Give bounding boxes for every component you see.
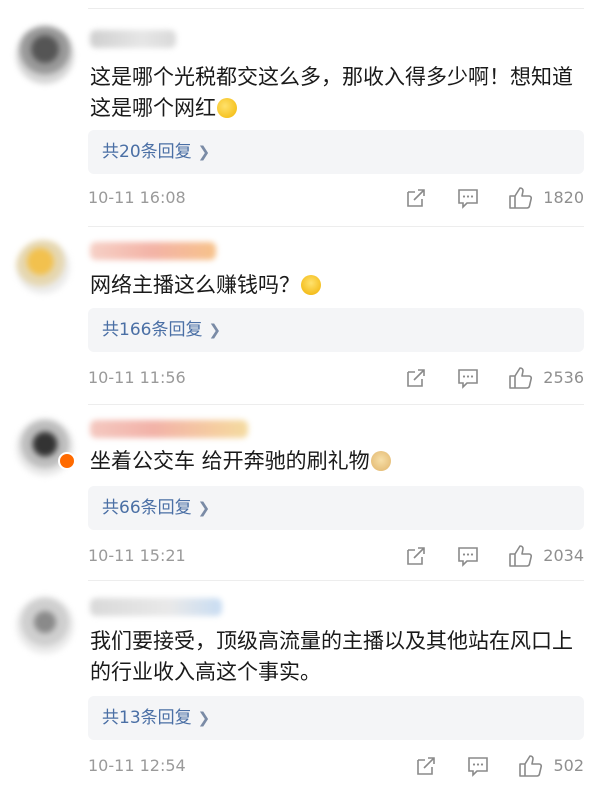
username-blurred[interactable] xyxy=(90,420,248,438)
like-count: 2536 xyxy=(543,368,584,387)
view-replies-button[interactable]: 共13条回复 ❯ xyxy=(88,696,584,740)
doge-emoji xyxy=(370,451,391,471)
share-icon[interactable] xyxy=(404,544,428,572)
thumbs-up-icon[interactable] xyxy=(508,544,534,572)
divider xyxy=(88,226,584,227)
username-blurred[interactable] xyxy=(90,598,222,616)
comment-text: 坐着公交车 给开奔驰的刷礼物 xyxy=(90,446,582,477)
comment-time: 10-11 12:54 xyxy=(88,756,186,775)
share-icon[interactable] xyxy=(404,186,428,214)
comment-meta: 10-11 15:21 2034 xyxy=(88,544,584,568)
comment-text: 我们要接受，顶级高流量的主播以及其他站在风口上 的行业收入高这个事实。 xyxy=(90,629,573,684)
username-blurred[interactable] xyxy=(90,242,216,260)
chevron-right-icon: ❯ xyxy=(197,143,211,161)
verified-badge xyxy=(58,452,76,470)
view-replies-button[interactable]: 共66条回复 ❯ xyxy=(88,486,584,530)
grinning-sweat-emoji xyxy=(217,98,237,118)
like-count: 502 xyxy=(553,756,584,775)
avatar[interactable] xyxy=(16,26,74,84)
divider xyxy=(88,404,584,405)
thumbs-up-icon[interactable] xyxy=(508,186,534,214)
replies-label: 共20条回复 xyxy=(102,142,192,162)
top-divider xyxy=(88,8,584,9)
view-replies-button[interactable]: 共166条回复 ❯ xyxy=(88,308,584,352)
thumbs-up-icon[interactable] xyxy=(518,754,544,782)
comment-meta: 10-11 12:54 502 xyxy=(88,754,584,778)
comment-text: 这是哪个光税都交这么多，那收入得多少啊！想知道 这是哪个网红 xyxy=(90,65,573,120)
avatar[interactable] xyxy=(16,596,74,654)
view-replies-button[interactable]: 共20条回复 ❯ xyxy=(88,130,584,174)
comment-time: 10-11 15:21 xyxy=(88,546,186,565)
comment-icon[interactable] xyxy=(466,754,490,782)
comment-icon[interactable] xyxy=(456,544,480,572)
comment-text: 网络主播这么赚钱吗？ xyxy=(90,270,582,301)
share-icon[interactable] xyxy=(404,366,428,394)
like-count: 1820 xyxy=(543,188,584,207)
comment-meta: 10-11 16:08 1820 xyxy=(88,186,584,210)
replies-label: 共66条回复 xyxy=(102,498,192,518)
chevron-right-icon: ❯ xyxy=(197,709,211,727)
comment-icon[interactable] xyxy=(456,366,480,394)
divider xyxy=(88,580,584,581)
comment-meta: 10-11 11:56 2536 xyxy=(88,366,584,390)
share-icon[interactable] xyxy=(414,754,438,782)
comment-time: 10-11 16:08 xyxy=(88,188,186,207)
comment-icon[interactable] xyxy=(456,186,480,214)
replies-label: 共166条回复 xyxy=(102,320,203,340)
username-blurred[interactable] xyxy=(90,30,176,48)
comment-time: 10-11 11:56 xyxy=(88,368,186,387)
astonished-emoji xyxy=(301,275,321,295)
avatar[interactable] xyxy=(16,240,70,294)
like-count: 2034 xyxy=(543,546,584,565)
replies-label: 共13条回复 xyxy=(102,708,192,728)
thumbs-up-icon[interactable] xyxy=(508,366,534,394)
chevron-right-icon: ❯ xyxy=(208,321,222,339)
chevron-right-icon: ❯ xyxy=(197,499,211,517)
